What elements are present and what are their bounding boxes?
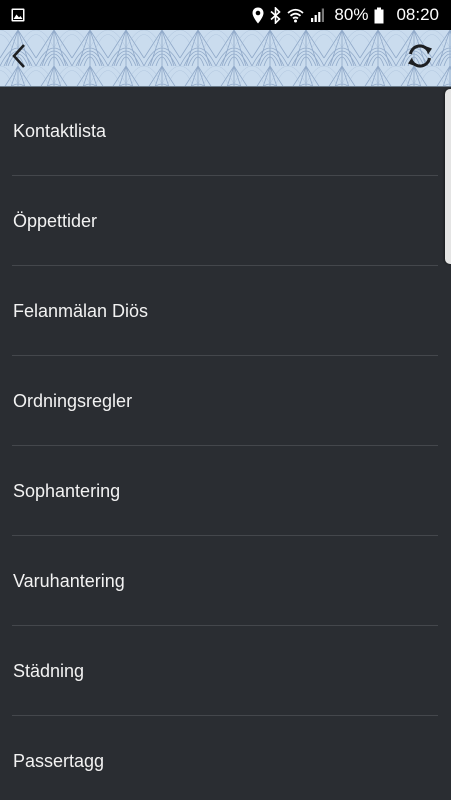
list-item-label: Ordningsregler	[13, 391, 133, 411]
wifi-icon	[287, 7, 305, 24]
divider	[12, 535, 438, 536]
clock: 08:20	[396, 5, 439, 24]
list-item-sophantering[interactable]: Sophantering	[0, 447, 451, 537]
list-item-stadning[interactable]: Städning	[0, 627, 451, 717]
list-item-kontaktlista[interactable]: Kontaktlista	[0, 87, 451, 177]
list-item-label: Varuhantering	[13, 571, 125, 591]
status-bar: 80% 08:20	[0, 0, 451, 30]
list-item-varuhantering[interactable]: Varuhantering	[0, 537, 451, 627]
list-item-oppettider[interactable]: Öppettider	[0, 177, 451, 267]
list-item-label: Felanmälan Diös	[13, 301, 149, 321]
list-item-label: Passertagg	[13, 751, 105, 771]
divider	[12, 265, 438, 266]
list-item-felanmalan[interactable]: Felanmälan Diös	[0, 267, 451, 357]
refresh-icon	[406, 42, 434, 75]
decorative-pattern	[0, 30, 451, 86]
battery-percentage: 80%	[334, 5, 369, 24]
refresh-button[interactable]	[403, 41, 437, 75]
divider	[12, 355, 438, 356]
divider	[12, 175, 438, 176]
back-button[interactable]	[4, 42, 34, 74]
divider	[12, 625, 438, 626]
divider	[12, 445, 438, 446]
divider	[12, 715, 438, 716]
list-item-passertagg[interactable]: Passertagg	[0, 717, 451, 800]
app-bar	[0, 30, 451, 87]
list-item-label: Sophantering	[13, 481, 121, 501]
cell-signal-icon	[310, 7, 326, 23]
list-item-label: Kontaktlista	[13, 121, 107, 141]
list-item-ordningsregler[interactable]: Ordningsregler	[0, 357, 451, 447]
edge-panel-handle[interactable]	[445, 89, 451, 264]
chevron-left-icon	[11, 43, 27, 74]
menu-list: Kontaktlista Öppettider Felanmälan Diös …	[0, 87, 451, 800]
location-icon	[252, 7, 264, 24]
battery-icon	[374, 7, 384, 24]
bluetooth-icon	[270, 6, 282, 24]
list-item-label: Öppettider	[13, 211, 98, 231]
image-notification-icon	[11, 8, 25, 22]
list-item-label: Städning	[13, 661, 85, 681]
